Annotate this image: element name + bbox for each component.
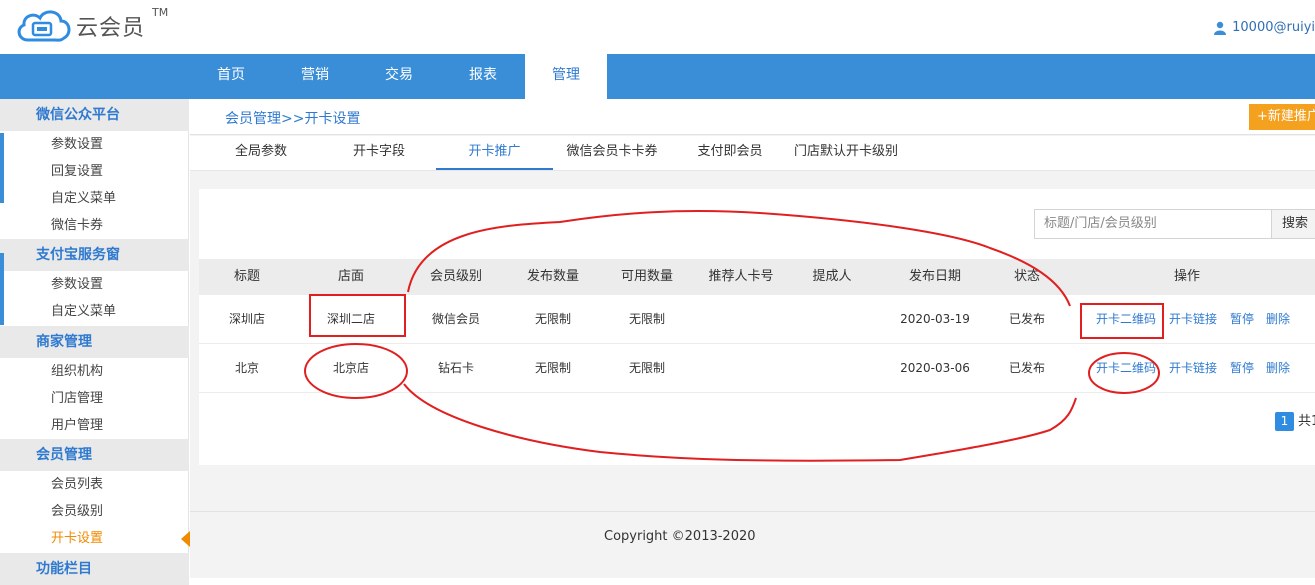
sidebar-item-card-settings[interactable]: 开卡设置 [0,525,189,552]
sidebar-item-wechat-menu[interactable]: 自定义菜单 [0,185,189,212]
user-icon [1214,21,1227,35]
logo-text: 云会员 [76,16,146,41]
open-card-url-link[interactable]: 开卡链接 [1169,344,1217,393]
sidebar-item-stores[interactable]: 门店管理 [0,385,189,412]
tab-store-default-level[interactable]: 门店默认开卡级别 [790,136,902,170]
col-publish-qty: 发布数量 [526,269,579,284]
pager-total: 共1页 [1298,414,1315,429]
top-nav: 首页 营销 交易 报表 管理 [0,54,1315,99]
user-menu[interactable]: 10000@ruiyi [1214,20,1315,35]
sidebar-item-alipay-menu[interactable]: 自定义菜单 [0,298,189,325]
cell-commission [789,295,875,344]
sidebar-group-member[interactable]: 会员管理 [0,439,189,471]
tab-bar: 全局参数 开卡字段 开卡推广 微信会员卡卡券 支付即会员 门店默认开卡级别 [190,136,1315,171]
nav-manage[interactable]: 管理 [525,54,607,99]
col-commission: 提成人 [812,269,852,284]
col-avail-qty: 可用数量 [620,269,673,284]
col-level: 会员级别 [429,269,482,284]
active-arrow-icon [181,531,190,547]
sidebar-scroll-indicator-2 [0,253,4,325]
tab-pay-to-member[interactable]: 支付即会员 [690,136,770,170]
sidebar-item-alipay-params[interactable]: 参数设置 [0,271,189,298]
cell-status: 已发布 [1008,361,1045,375]
main-content: 会员管理>>开卡设置 +新建推广 全局参数 开卡字段 开卡推广 微信会员卡卡券 … [190,99,1315,578]
tab-global-params[interactable]: 全局参数 [220,136,302,170]
cell-level: 钻石卡 [437,361,474,375]
sidebar-group-merchant[interactable]: 商家管理 [0,326,189,358]
cell-store: 深圳二店 [326,312,375,326]
cell-referrer [693,295,789,344]
col-referrer: 推荐人卡号 [708,269,774,284]
col-actions: 操作 [1173,269,1200,284]
sidebar-group-features[interactable]: 功能栏目 [0,553,189,585]
cell-title: 深圳店 [228,312,265,326]
tab-card-fields[interactable]: 开卡字段 [338,136,420,170]
breadcrumb-bar: 会员管理>>开卡设置 +新建推广 [190,99,1315,135]
cell-date: 2020-03-06 [900,361,970,375]
sidebar-group-wechat[interactable]: 微信公众平台 [0,99,189,131]
sidebar: 微信公众平台 参数设置 回复设置 自定义菜单 微信卡券 支付宝服务窗 参数设置 … [0,99,189,585]
col-date: 发布日期 [908,269,961,284]
tab-wechat-card-coupon[interactable]: 微信会员卡卡券 [562,136,662,170]
cell-referrer [693,344,789,393]
open-card-qrcode-link[interactable]: 开卡二维码 [1096,344,1156,393]
new-promotion-button[interactable]: +新建推广 [1249,104,1315,130]
cell-store: 北京店 [332,361,369,375]
cell-commission [789,344,875,393]
cloud-logo-icon [17,10,71,42]
pager-current-page[interactable]: 1 [1275,412,1294,431]
pause-link[interactable]: 暂停 [1230,295,1254,344]
cell-avail-qty: 无限制 [628,312,665,326]
cell-level: 微信会员 [431,312,480,326]
sidebar-scroll-indicator [0,133,4,203]
delete-link[interactable]: 删除 [1266,344,1290,393]
table-header: 标题 店面 会员级别 发布数量 可用数量 推荐人卡号 提成人 发布日期 状态 操… [199,259,1315,295]
sidebar-item-users[interactable]: 用户管理 [0,412,189,439]
cell-publish-qty: 无限制 [534,361,571,375]
sidebar-item-wechat-params[interactable]: 参数设置 [0,131,189,158]
tab-card-promotion[interactable]: 开卡推广 [436,136,553,170]
nav-home[interactable]: 首页 [189,54,273,99]
search-input[interactable]: 标题/门店/会员级别 [1034,209,1272,239]
sidebar-item-wechat-reply[interactable]: 回复设置 [0,158,189,185]
cell-publish-qty: 无限制 [534,312,571,326]
cell-avail-qty: 无限制 [628,361,665,375]
footer: Copyright ©2013-2020 [190,511,1315,578]
logo-trademark: TM [152,6,169,19]
sidebar-group-alipay[interactable]: 支付宝服务窗 [0,239,189,271]
sidebar-item-member-level[interactable]: 会员级别 [0,498,189,525]
table-row: 深圳店 深圳二店 微信会员 无限制 无限制 2020-03-19 已发布 开卡二… [199,295,1315,344]
cell-date: 2020-03-19 [900,312,970,326]
user-account: 10000@ruiyi [1232,20,1315,35]
app-header: 云会员 TM 10000@ruiyi [0,0,1315,54]
sidebar-item-organization[interactable]: 组织机构 [0,358,189,385]
nav-marketing[interactable]: 营销 [273,54,357,99]
table-row: 北京 北京店 钻石卡 无限制 无限制 2020-03-06 已发布 开卡二维码 … [199,344,1315,393]
open-card-url-link[interactable]: 开卡链接 [1169,295,1217,344]
pause-link[interactable]: 暂停 [1230,344,1254,393]
copyright-text: Copyright ©2013-2020 [604,529,756,544]
search-button[interactable]: 搜索 [1271,209,1315,239]
nav-report[interactable]: 报表 [441,54,525,99]
col-status: 状态 [1013,269,1040,284]
sidebar-item-member-list[interactable]: 会员列表 [0,471,189,498]
col-title: 标题 [233,269,260,284]
col-store: 店面 [337,269,364,284]
breadcrumb[interactable]: 会员管理>>开卡设置 [225,108,360,128]
cell-title: 北京 [234,361,259,375]
delete-link[interactable]: 删除 [1266,295,1290,344]
cell-status: 已发布 [1008,312,1045,326]
nav-trade[interactable]: 交易 [357,54,441,99]
promotion-panel: 标题/门店/会员级别 搜索 标题 店面 会员级别 发布数量 可用数量 推荐人卡号… [199,189,1315,465]
open-card-qrcode-link[interactable]: 开卡二维码 [1096,295,1156,344]
sidebar-item-wechat-cards[interactable]: 微信卡券 [0,212,189,239]
